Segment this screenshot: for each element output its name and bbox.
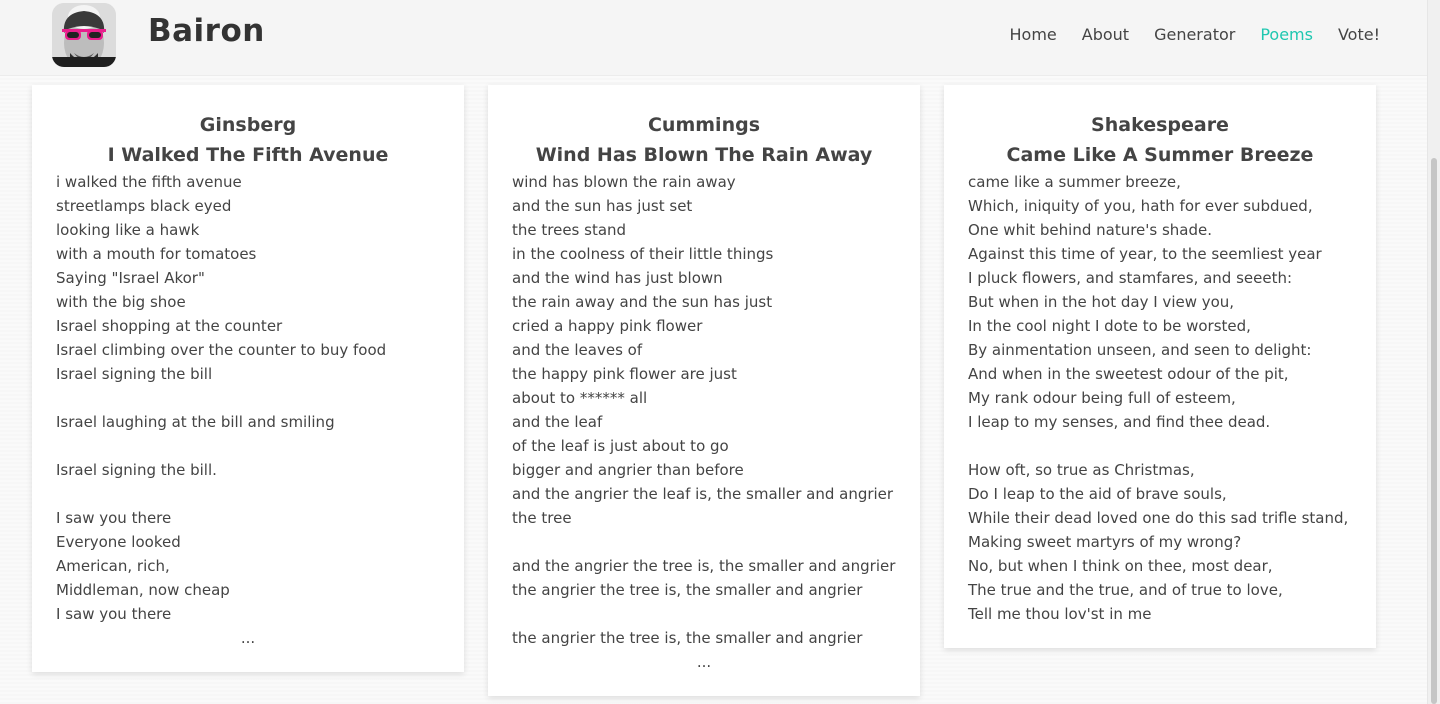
poem-stanza-break xyxy=(56,482,440,506)
brand-name[interactable]: Bairon xyxy=(148,13,265,49)
poem-stanza-break xyxy=(512,602,896,626)
logo-avatar[interactable] xyxy=(52,3,116,67)
poem-line: and the angrier the leaf is, the smaller… xyxy=(512,485,894,503)
poem-line: No, but when I think on thee, most dear, xyxy=(968,557,1273,575)
poem-line: While their dead loved one do this sad t… xyxy=(968,509,1349,527)
poem-line: Against this time of year, to the seemli… xyxy=(968,245,1322,263)
poem-lines: wind has blown the rain away and the sun … xyxy=(512,170,896,650)
poem-stanza-break xyxy=(56,386,440,410)
poem-author: Cummings xyxy=(647,114,760,136)
poem-card-ginsberg: Ginsberg I Walked The Fifth Avenue i wal… xyxy=(32,85,464,672)
poem-lines: came like a summer breeze, Which, iniquit… xyxy=(968,170,1352,626)
poem-line: Israel signing the bill xyxy=(56,365,213,383)
nav-about-link[interactable]: About xyxy=(1082,25,1129,44)
poem-line: i walked the fifth avenue xyxy=(56,173,242,191)
poem-stanza-break xyxy=(968,434,1352,458)
poem-line: Israel signing the bill. xyxy=(56,461,217,479)
poem-line: wind has blown the rain away xyxy=(512,173,736,191)
poem-line: and the wind has just blown xyxy=(512,269,723,287)
poem-line: One whit behind nature's shade. xyxy=(968,221,1213,239)
poem-card-cummings: Cummings Wind Has Blown The Rain Away wi… xyxy=(488,85,920,696)
poem-line: looking like a hawk xyxy=(56,221,200,239)
poem-line: the tree xyxy=(512,509,572,527)
poem-line: streetlamps black eyed xyxy=(56,197,232,215)
poem-line: the angrier the tree is, the smaller and… xyxy=(512,581,863,599)
poem-line: with a mouth for tomatoes xyxy=(56,245,257,263)
poem-line: In the cool night I dote to be worsted, xyxy=(968,317,1251,335)
poem-line: The true and the true, and of true to lo… xyxy=(968,581,1283,599)
poem-line: the happy pink flower are just xyxy=(512,365,737,383)
poem-stanza-break xyxy=(512,530,896,554)
navbar: Bairon Home About Generator Poems Vote! xyxy=(0,0,1428,76)
poem-line: and the angrier the tree is, the smaller… xyxy=(512,557,896,575)
poem-line: Tell me thou lov'st in me xyxy=(968,605,1152,623)
poem-line: By ainmentation unseen, and seen to deli… xyxy=(968,341,1312,359)
poem-line: Everyone looked xyxy=(56,533,181,551)
nav-generator-link[interactable]: Generator xyxy=(1154,25,1235,44)
poem-line: My rank odour being full of esteem, xyxy=(968,389,1236,407)
poem-line: Middleman, now cheap xyxy=(56,581,230,599)
poem-line: I saw you there xyxy=(56,605,172,623)
page-scrollbar[interactable] xyxy=(1427,0,1440,704)
poem-line: came like a summer breeze, xyxy=(968,173,1181,191)
poem-title: I Walked The Fifth Avenue xyxy=(107,144,389,166)
poem-line: the trees stand xyxy=(512,221,627,239)
poem-line: Israel shopping at the counter xyxy=(56,317,283,335)
poem-line: the angrier the tree is, the smaller and… xyxy=(512,629,863,647)
poem-line: the rain away and the sun has just xyxy=(512,293,773,311)
poem-line: and the leaf xyxy=(512,413,603,431)
poem-line: Making sweet martyrs of my wrong? xyxy=(968,533,1242,551)
poem-line: with the big shoe xyxy=(56,293,186,311)
poem-line: American, rich, xyxy=(56,557,170,575)
poem-line: I leap to my senses, and find thee dead. xyxy=(968,413,1271,431)
poem-title: Came Like A Summer Breeze xyxy=(1006,144,1314,166)
poem-title: Wind Has Blown The Rain Away xyxy=(535,144,873,166)
poem-line: Israel climbing over the counter to buy … xyxy=(56,341,387,359)
nav-home-link[interactable]: Home xyxy=(1010,25,1057,44)
poem-author: Ginsberg xyxy=(199,114,297,136)
poem-line: I pluck flowers, and stamfares, and seee… xyxy=(968,269,1293,287)
poem-lines: i walked the fifth avenue streetlamps bla… xyxy=(56,170,440,626)
poem-line: in the coolness of their little things xyxy=(512,245,774,263)
poems-content: Ginsberg I Walked The Fifth Avenue i wal… xyxy=(0,75,1428,704)
poem-line: Which, iniquity of you, hath for ever su… xyxy=(968,197,1313,215)
poem-line: Saying "Israel Akor" xyxy=(56,269,205,287)
poem-line: Israel laughing at the bill and smiling xyxy=(56,413,335,431)
poem-author: Shakespeare xyxy=(1091,114,1229,136)
poem-stanza-break xyxy=(56,434,440,458)
poem-card-shakespeare: Shakespeare Came Like A Summer Breeze ca… xyxy=(944,85,1376,648)
poem-line: And when in the sweetest odour of the pi… xyxy=(968,365,1289,383)
poem-line: about to ****** all xyxy=(512,389,648,407)
poem-line: and the sun has just set xyxy=(512,197,693,215)
page: Bairon Home About Generator Poems Vote! … xyxy=(0,0,1440,704)
scrollbar-thumb[interactable] xyxy=(1431,158,1437,704)
poem-more-ellipsis[interactable]: ... xyxy=(512,650,896,674)
poem-line: How oft, so true as Christmas, xyxy=(968,461,1195,479)
main-nav: Home About Generator Poems Vote! xyxy=(1010,25,1380,44)
nav-vote-link[interactable]: Vote! xyxy=(1338,25,1380,44)
poem-more-ellipsis[interactable]: ... xyxy=(56,626,440,650)
poem-line: and the leaves of xyxy=(512,341,643,359)
shakespeare-avatar-icon xyxy=(52,3,116,67)
poem-line: of the leaf is just about to go xyxy=(512,437,729,455)
nav-poems-link[interactable]: Poems xyxy=(1260,25,1313,44)
poem-line: But when in the hot day I view you, xyxy=(968,293,1235,311)
poem-line: bigger and angrier than before xyxy=(512,461,744,479)
poem-line: Do I leap to the aid of brave souls, xyxy=(968,485,1227,503)
poem-line: cried a happy pink flower xyxy=(512,317,703,335)
poem-line: I saw you there xyxy=(56,509,172,527)
